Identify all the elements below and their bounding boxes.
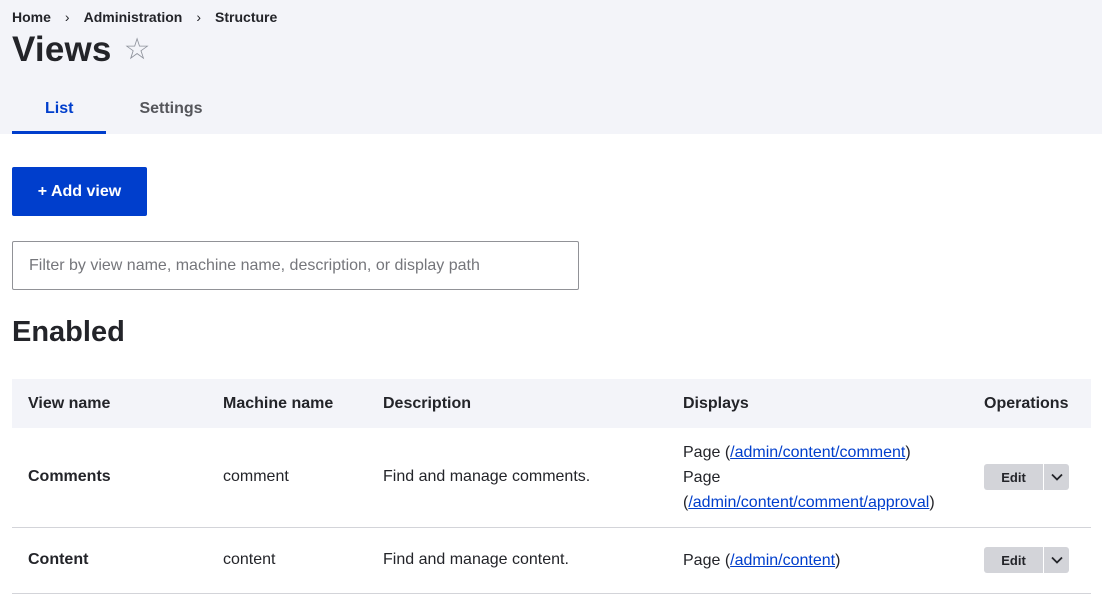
page-title-text: Views [12, 30, 112, 69]
display-suffix: ) [905, 443, 911, 461]
tab-list[interactable]: List [12, 86, 107, 134]
tab-settings[interactable]: Settings [106, 86, 235, 134]
machine-name-cell: content [207, 527, 367, 594]
filter-input[interactable] [12, 241, 579, 290]
column-header-view-name: View name [28, 394, 111, 412]
chevron-down-icon [1050, 474, 1063, 482]
display-path-link[interactable]: /admin/content/comment [730, 444, 905, 461]
display-suffix: ) [835, 551, 841, 569]
machine-name-cell: comment [207, 428, 367, 528]
operations-toggle-button[interactable] [1043, 464, 1069, 491]
view-name-cell: Comments [12, 428, 207, 528]
table-header: View name Machine name Description Displ… [12, 379, 1091, 428]
breadcrumb-administration[interactable]: Administration [84, 9, 183, 25]
column-header-operations: Operations [984, 394, 1069, 412]
page-title: Views ☆ [12, 30, 151, 70]
tabs: List Settings [12, 86, 236, 134]
column-header-machine-name: Machine name [223, 394, 334, 412]
column-header-description: Description [383, 394, 472, 412]
edit-button[interactable]: Edit [984, 547, 1043, 573]
operations-dropbutton: Edit [984, 547, 1069, 573]
display-path-link[interactable]: /admin/content/comment/approval [688, 494, 929, 511]
operations-dropbutton: Edit [984, 464, 1069, 491]
star-icon[interactable]: ☆ [124, 35, 151, 65]
views-table: View name Machine name Description Displ… [12, 379, 1091, 594]
edit-button[interactable]: Edit [984, 464, 1043, 491]
display-suffix: ) [929, 493, 935, 511]
section-title-enabled: Enabled [12, 316, 125, 348]
chevron-down-icon [1050, 556, 1063, 564]
view-name-cell: Content [12, 527, 207, 594]
breadcrumb-separator: › [196, 9, 202, 25]
column-header-displays: Displays [683, 394, 749, 412]
display-prefix: Page ( [683, 551, 731, 569]
displays-cell: Page (/admin/content) [667, 527, 968, 594]
operations-cell: Edit [968, 428, 1091, 528]
table-row: Comments comment Find and manage comment… [12, 428, 1091, 528]
table-row: Content content Find and manage content.… [12, 527, 1091, 594]
breadcrumb-home[interactable]: Home [12, 9, 51, 25]
display-path-link[interactable]: /admin/content [730, 552, 835, 569]
description-cell: Find and manage comments. [367, 428, 667, 528]
breadcrumb-structure[interactable]: Structure [215, 9, 277, 25]
display-prefix: Page [683, 468, 721, 486]
breadcrumb-separator: › [64, 9, 70, 25]
operations-cell: Edit [968, 527, 1091, 594]
displays-cell: Page (/admin/content/comment) Page (/admi… [667, 428, 968, 528]
breadcrumb: Home › Administration › Structure [12, 9, 277, 25]
display-prefix: Page ( [683, 443, 731, 461]
add-view-button[interactable]: + Add view [12, 167, 147, 216]
description-cell: Find and manage content. [367, 527, 667, 594]
page-header: Home › Administration › Structure Views … [0, 0, 1102, 134]
operations-toggle-button[interactable] [1043, 547, 1069, 573]
